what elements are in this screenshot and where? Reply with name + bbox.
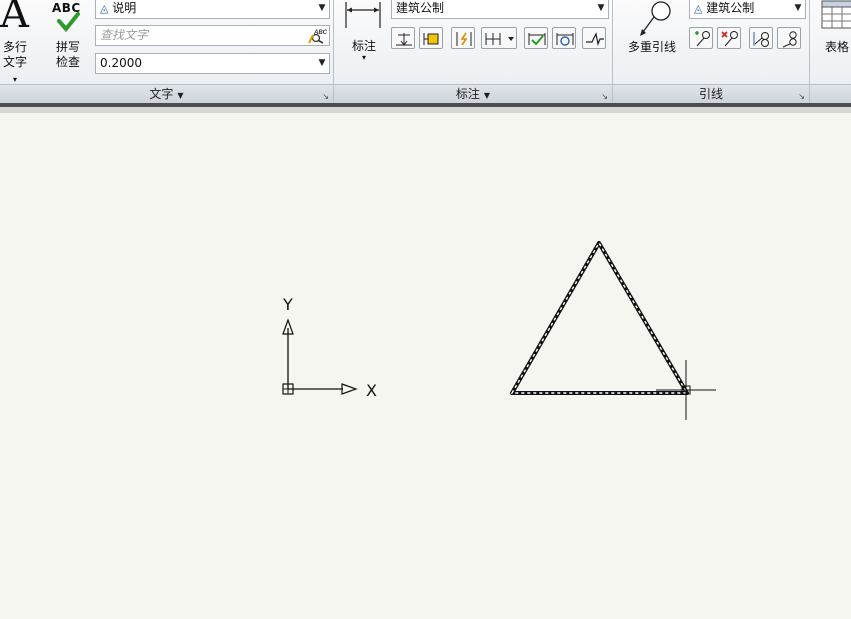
text-height-value: 0.2000 — [100, 56, 142, 70]
triangle-polyline[interactable] — [510, 241, 689, 395]
quick-dimension-button[interactable] — [391, 27, 415, 49]
find-text-placeholder: 查找文字 — [100, 28, 149, 42]
collect-leaders-button[interactable] — [777, 27, 801, 49]
spell-check-button[interactable]: ABC 拼写 检查 — [46, 0, 90, 80]
inspect-dimension-button[interactable] — [524, 27, 548, 49]
remove-leader-icon — [721, 31, 738, 47]
dimension-break-icon — [456, 32, 472, 46]
ucs-y-axis-label: Y — [282, 295, 293, 314]
dimension-continue-icon — [485, 33, 514, 45]
multileader-style-select[interactable]: ◬ 建筑公制 ▼ — [689, 0, 806, 19]
dimension-style-select[interactable]: 建筑公制 ▼ — [391, 0, 609, 19]
text-style-icon: ◬ — [100, 2, 109, 15]
table-panel-footer[interactable] — [810, 84, 851, 104]
text-height-select[interactable]: 0.2000 ▼ — [95, 53, 330, 74]
dimension-button[interactable]: 标注 ▾ — [340, 0, 386, 80]
dimension-break-button[interactable] — [451, 27, 475, 49]
chevron-down-icon[interactable]: ▼ — [315, 0, 329, 18]
multileader-style-icon: ◬ — [694, 2, 703, 15]
drawing-area[interactable]: Y X — [0, 113, 851, 616]
ucs-x-axis-label: X — [366, 381, 377, 400]
table-panel: 表格 — [810, 0, 851, 84]
leader-panel: 多重引线 ◬ 建筑公制 ▼ — [613, 0, 809, 84]
mtext-button[interactable]: A 多行 文字 ▾ — [0, 0, 42, 84]
spell-check-icon: ABC — [52, 2, 84, 34]
update-dimension-icon — [556, 33, 574, 46]
remove-leader-button[interactable] — [717, 27, 741, 49]
jog-line-icon — [586, 32, 604, 47]
find-replace-icon[interactable]: ABC — [308, 27, 328, 44]
table-button[interactable]: 表格 — [818, 0, 851, 80]
chevron-down-icon[interactable]: ▼ — [791, 0, 805, 18]
linear-dimension-icon — [345, 2, 381, 28]
jog-line-button[interactable] — [582, 27, 606, 49]
find-text-input[interactable]: 查找文字 ABC — [95, 25, 330, 46]
dimension-panel: 标注 ▾ 建筑公制 ▼ — [334, 0, 612, 84]
chevron-down-icon: ▼ — [177, 91, 184, 100]
chevron-down-icon[interactable]: ▼ — [315, 54, 329, 73]
dimension-style-value: 建筑公制 — [396, 1, 445, 15]
table-icon — [821, 0, 851, 29]
chevron-down-icon: ▼ — [483, 91, 491, 100]
mtext-label: 多行 文字 ▾ — [2, 40, 27, 84]
quick-dimension-icon — [396, 33, 412, 46]
multileader-button[interactable]: 多重引线 — [619, 0, 685, 80]
dimension-continue-button[interactable] — [481, 27, 517, 49]
text-panel-footer[interactable]: 文字 ▼ ↘ — [0, 84, 333, 104]
text-style-select[interactable]: ◬ 说明 ▼ — [95, 0, 330, 19]
table-label: 表格 — [825, 40, 850, 54]
leader-panel-footer[interactable]: 引线 ↘ — [613, 84, 809, 104]
crosshair-cursor — [656, 360, 716, 420]
multileader-icon — [640, 1, 671, 36]
ribbon: A 多行 文字 ▾ ABC 拼写 检查 ◬ 说明 ▼ 查找文字 ABC 0.20… — [0, 0, 851, 104]
align-leaders-button[interactable] — [749, 27, 773, 49]
inspect-dimension-icon — [528, 33, 546, 46]
collect-leaders-icon — [782, 31, 797, 48]
dimension-space-icon — [423, 33, 439, 45]
ucs-icon: Y X — [282, 295, 377, 400]
add-leader-icon — [695, 31, 710, 47]
text-panel: A 多行 文字 ▾ ABC 拼写 检查 ◬ 说明 ▼ 查找文字 ABC 0.20… — [0, 0, 333, 84]
dimension-panel-footer[interactable]: 标注 ▼ ↘ — [334, 84, 612, 104]
dimension-label: 标注 ▾ — [351, 39, 376, 62]
add-leader-button[interactable] — [689, 27, 713, 49]
text-style-value: 说明 — [112, 1, 137, 15]
spell-check-label: 拼写 检查 — [55, 40, 80, 69]
align-leaders-icon — [753, 32, 769, 47]
dimension-space-button[interactable] — [419, 27, 443, 49]
multileader-label: 多重引线 — [627, 40, 676, 54]
drawing-canvas[interactable]: Y X — [0, 113, 851, 616]
mtext-icon: A — [0, 0, 29, 37]
multileader-style-value: 建筑公制 — [706, 1, 755, 15]
chevron-down-icon[interactable]: ▼ — [594, 0, 608, 18]
update-dimension-button[interactable] — [552, 27, 576, 49]
